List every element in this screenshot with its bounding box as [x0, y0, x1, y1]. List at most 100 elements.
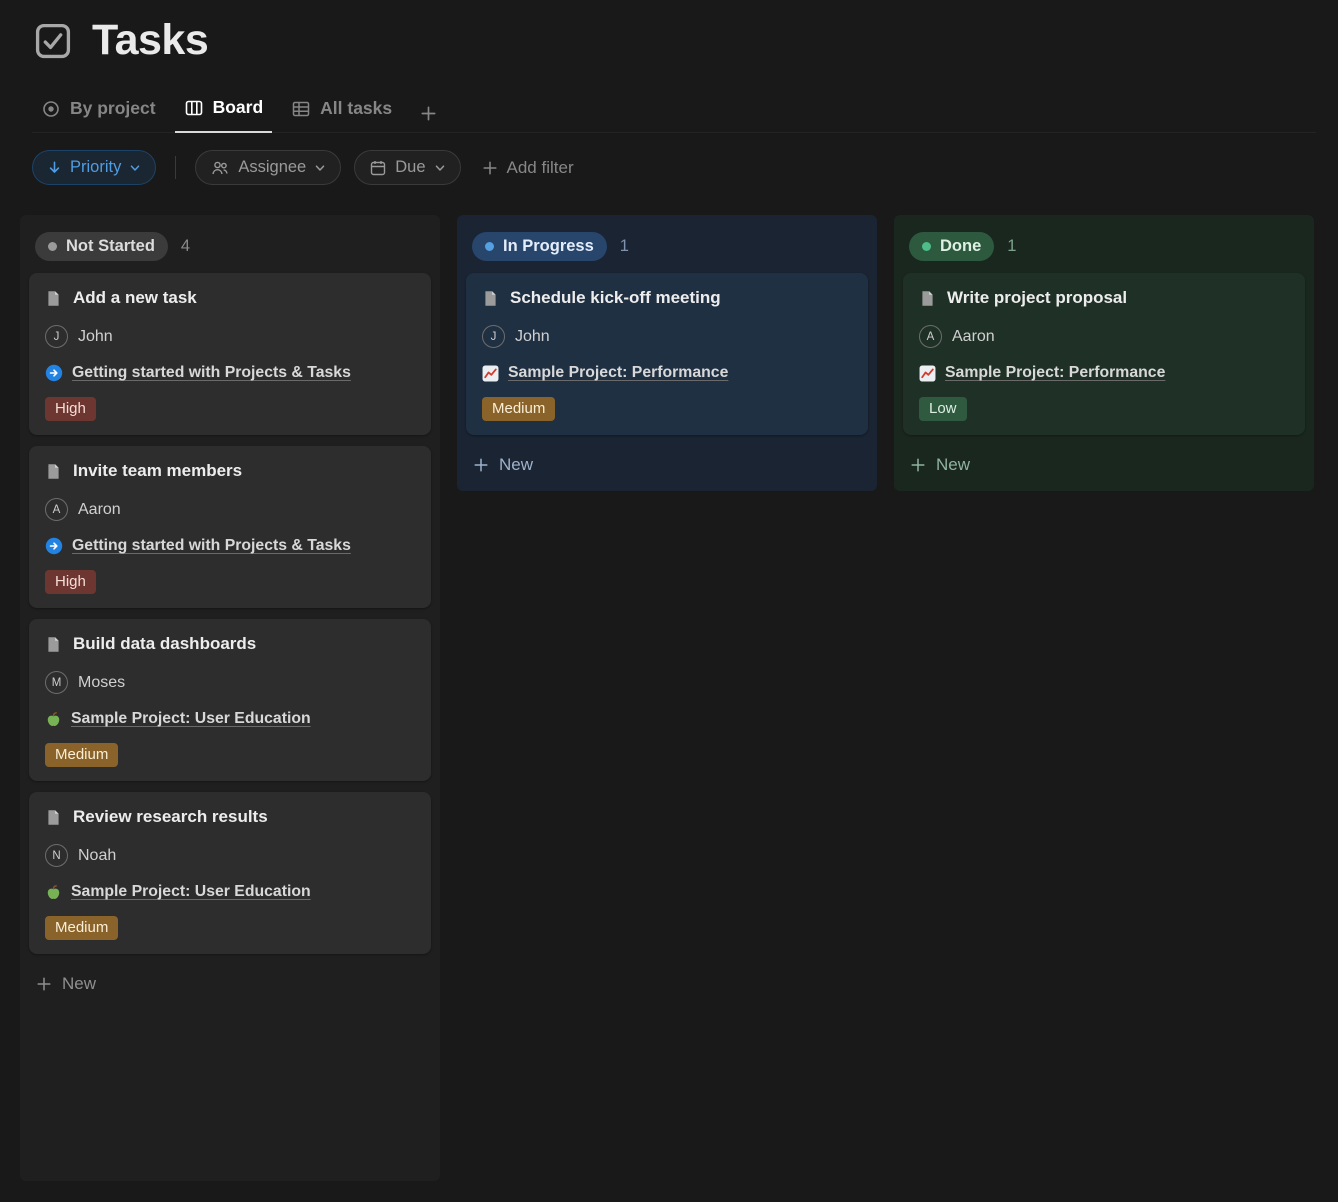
page-icon	[45, 290, 62, 307]
task-card[interactable]: Invite team members A Aaron Getting star…	[29, 446, 431, 608]
new-task-button[interactable]: New	[463, 446, 871, 485]
avatar-initial: J	[491, 331, 497, 343]
new-task-button[interactable]: New	[900, 446, 1308, 485]
task-title: Invite team members	[73, 461, 242, 481]
table-icon	[291, 99, 311, 119]
avatar-initial: A	[927, 331, 935, 343]
avatar-initial: N	[52, 850, 60, 862]
assignee-name: John	[515, 328, 550, 346]
status-label: Done	[940, 237, 981, 256]
project-link[interactable]: Getting started with Projects & Tasks	[72, 364, 351, 382]
priority-tag: Low	[919, 397, 967, 421]
assignee-name: Noah	[78, 847, 116, 865]
page-icon	[45, 809, 62, 826]
avatar: J	[45, 325, 68, 348]
assignee-name: John	[78, 328, 113, 346]
chevron-down-icon	[434, 162, 446, 174]
assignee-filter-label: Assignee	[238, 158, 306, 177]
due-filter-label: Due	[395, 158, 425, 177]
assignee-filter-chip[interactable]: Assignee	[195, 150, 341, 185]
project-link[interactable]: Sample Project: User Education	[71, 883, 311, 901]
target-icon	[41, 99, 61, 119]
task-title: Write project proposal	[947, 288, 1127, 308]
task-title: Review research results	[73, 807, 268, 827]
status-dot	[485, 242, 494, 251]
tasks-checkbox-icon	[32, 20, 74, 62]
column-not-started: Not Started 4 Add a new task J John Gett…	[20, 215, 440, 1181]
status-pill-in-progress[interactable]: In Progress	[472, 232, 607, 261]
kanban-board: Not Started 4 Add a new task J John Gett…	[0, 185, 1338, 1181]
page-icon	[45, 463, 62, 480]
status-pill-done[interactable]: Done	[909, 232, 994, 261]
add-view-button[interactable]	[411, 97, 446, 132]
task-title: Add a new task	[73, 288, 197, 308]
add-filter-label: Add filter	[507, 158, 574, 178]
column-count: 1	[620, 237, 629, 256]
tab-label: All tasks	[320, 98, 392, 119]
arrow-circle-icon	[45, 537, 63, 555]
new-task-label: New	[499, 455, 533, 475]
new-task-label: New	[936, 455, 970, 475]
column-done: Done 1 Write project proposal A Aaron Sa…	[894, 215, 1314, 491]
project-link[interactable]: Sample Project: User Education	[71, 710, 311, 728]
project-link[interactable]: Getting started with Projects & Tasks	[72, 537, 351, 555]
new-task-button[interactable]: New	[26, 965, 434, 1004]
arrow-circle-icon	[45, 364, 63, 382]
tab-all-tasks[interactable]: All tasks	[282, 90, 401, 132]
page-icon	[919, 290, 936, 307]
plus-icon	[420, 105, 437, 122]
status-pill-not-started[interactable]: Not Started	[35, 232, 168, 261]
priority-tag: Medium	[482, 397, 555, 421]
tab-label: Board	[213, 97, 264, 118]
assignee-name: Moses	[78, 674, 125, 692]
tab-by-project[interactable]: By project	[32, 90, 165, 132]
task-title: Build data dashboards	[73, 634, 256, 654]
plus-icon	[473, 457, 489, 473]
add-filter-button[interactable]: Add filter	[482, 158, 574, 178]
assignee-row: A Aaron	[919, 325, 1289, 348]
tab-board[interactable]: Board	[175, 89, 273, 133]
avatar-initial: M	[52, 677, 62, 689]
project-link[interactable]: Sample Project: Performance	[508, 364, 728, 382]
assignee-row: N Noah	[45, 844, 415, 867]
page-title: Tasks	[92, 16, 208, 65]
status-dot	[922, 242, 931, 251]
chart-icon	[482, 365, 499, 382]
people-icon	[210, 158, 230, 178]
status-label: Not Started	[66, 237, 155, 256]
assignee-row: J John	[45, 325, 415, 348]
assignee-row: M Moses	[45, 671, 415, 694]
chart-icon	[919, 365, 936, 382]
plus-icon	[36, 976, 52, 992]
arrow-down-icon	[47, 160, 62, 175]
sort-label: Priority	[70, 158, 121, 177]
plus-icon	[910, 457, 926, 473]
avatar: N	[45, 844, 68, 867]
task-card[interactable]: Add a new task J John Getting started wi…	[29, 273, 431, 435]
page-icon	[482, 290, 499, 307]
assignee-row: J John	[482, 325, 852, 348]
task-card[interactable]: Build data dashboards M Moses Sample Pro…	[29, 619, 431, 781]
avatar-initial: J	[54, 331, 60, 343]
status-dot	[48, 242, 57, 251]
assignee-row: A Aaron	[45, 498, 415, 521]
apple-icon	[45, 884, 62, 901]
filter-bar: Priority Assignee Due	[32, 150, 1316, 185]
task-card[interactable]: Review research results N Noah Sample Pr…	[29, 792, 431, 954]
priority-tag: Medium	[45, 743, 118, 767]
due-filter-chip[interactable]: Due	[354, 150, 460, 185]
column-header: Done 1	[900, 221, 1308, 273]
task-card[interactable]: Write project proposal A Aaron Sample Pr…	[903, 273, 1305, 435]
column-count: 1	[1007, 237, 1016, 256]
task-card[interactable]: Schedule kick-off meeting J John Sample …	[466, 273, 868, 435]
plus-icon	[482, 160, 498, 176]
chevron-down-icon	[314, 162, 326, 174]
column-header: Not Started 4	[26, 221, 434, 273]
avatar: A	[919, 325, 942, 348]
title-row: Tasks	[32, 16, 1316, 65]
project-link[interactable]: Sample Project: Performance	[945, 364, 1165, 382]
view-tabs: By project Board All tasks	[32, 89, 1316, 133]
page-icon	[45, 636, 62, 653]
sort-priority-chip[interactable]: Priority	[32, 150, 156, 185]
priority-tag: High	[45, 397, 96, 421]
